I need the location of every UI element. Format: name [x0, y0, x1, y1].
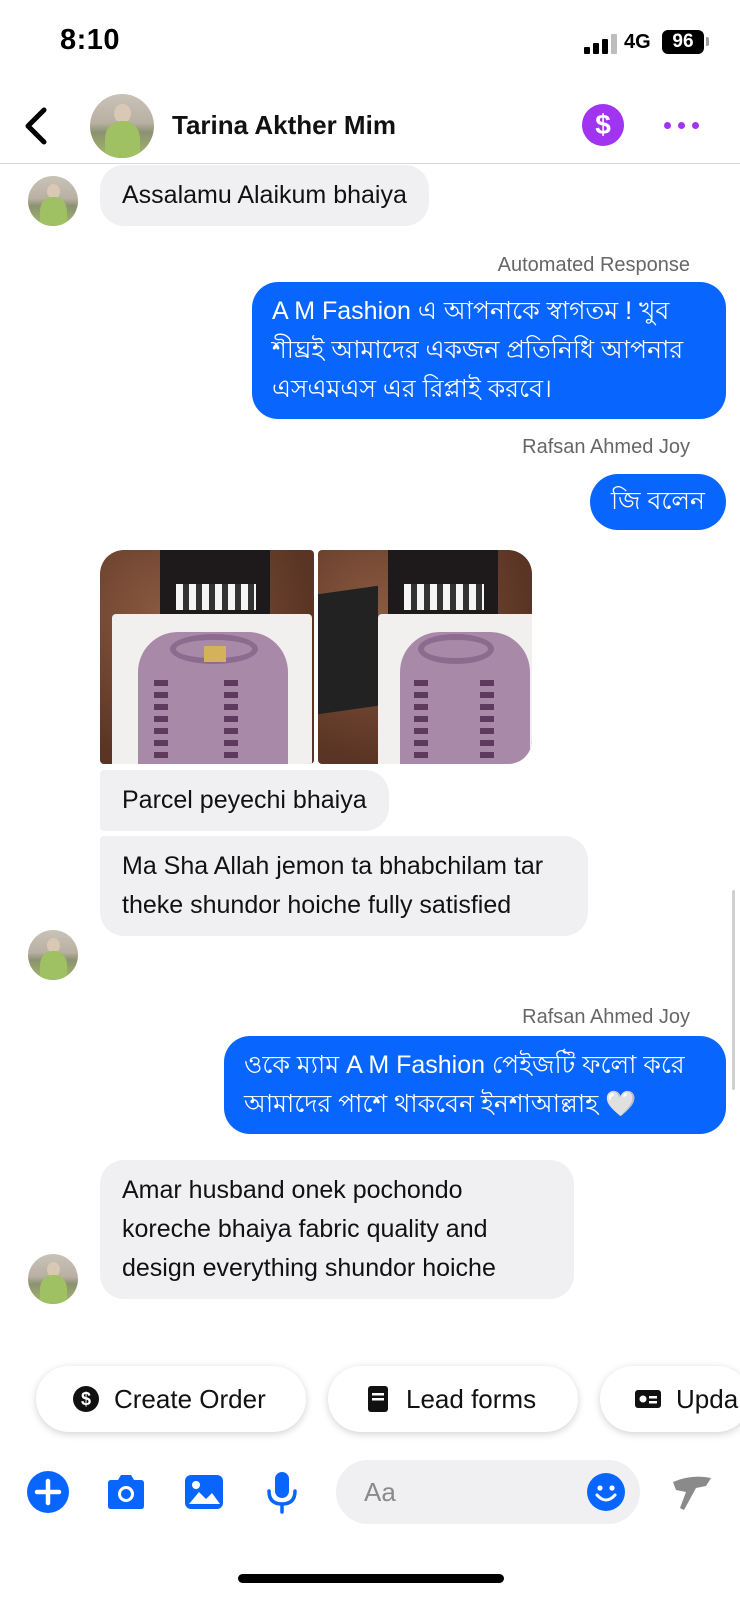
message-sender: Rafsan Ahmed Joy — [522, 1006, 690, 1028]
chevron-left-icon — [25, 107, 47, 145]
lead-forms-chip[interactable]: Lead forms — [328, 1366, 578, 1432]
outgoing-message[interactable]: জি বলেন — [590, 474, 726, 530]
contact-name[interactable]: Tarina Akther Mim — [172, 110, 396, 141]
scrollbar[interactable] — [732, 890, 735, 1090]
dot-icon — [678, 122, 685, 129]
status-bar: 8:10 4G 96 — [0, 0, 740, 88]
form-document-icon — [368, 1386, 388, 1412]
status-time: 8:10 — [60, 24, 121, 56]
voice-button[interactable] — [260, 1470, 304, 1514]
dot-icon — [692, 122, 699, 129]
more-options-button[interactable] — [660, 108, 704, 142]
add-button[interactable] — [26, 1470, 70, 1514]
image-icon — [185, 1475, 223, 1509]
plus-circle-icon — [27, 1471, 69, 1513]
message-sender: Rafsan Ahmed Joy — [522, 436, 690, 458]
thumbs-up-icon — [673, 1476, 711, 1510]
outgoing-message[interactable]: A M Fashion এ আপনাকে স্বাগতম ! খুব শীঘ্র… — [252, 282, 726, 419]
incoming-message[interactable]: Parcel peyechi bhaiya — [100, 770, 389, 831]
attached-photo[interactable] — [100, 550, 314, 764]
outgoing-message[interactable]: ওকে ম্যাম A M Fashion পেইজটি ফলো করে আমা… — [224, 1036, 726, 1134]
contact-avatar-small — [28, 1254, 78, 1304]
microphone-icon — [267, 1472, 297, 1514]
contact-avatar-small — [28, 930, 78, 980]
battery-tip — [706, 37, 709, 46]
conversation-header: Tarina Akther Mim $ — [0, 88, 740, 164]
id-card-icon — [635, 1390, 661, 1408]
incoming-message[interactable]: Ma Sha Allah jemon ta bhabchilam tar the… — [100, 836, 588, 936]
chip-label: Upda — [676, 1383, 739, 1414]
battery-icon: 96 — [662, 30, 704, 54]
signal-strength-icon — [584, 34, 618, 54]
dot-icon — [664, 122, 671, 129]
home-indicator[interactable] — [238, 1574, 504, 1583]
like-button[interactable] — [670, 1472, 714, 1512]
incoming-message[interactable]: Assalamu Alaikum bhaiya — [100, 165, 429, 226]
camera-icon — [108, 1475, 144, 1509]
contact-avatar-small — [28, 176, 78, 226]
payment-button[interactable]: $ — [582, 104, 624, 146]
gallery-button[interactable] — [182, 1470, 226, 1514]
svg-text:$: $ — [81, 1389, 91, 1409]
message-meta: Automated Response — [497, 254, 690, 276]
emoji-button[interactable] — [586, 1472, 626, 1512]
network-type: 4G — [624, 31, 651, 53]
smiley-icon — [587, 1473, 625, 1511]
camera-button[interactable] — [104, 1470, 148, 1514]
create-order-chip[interactable]: $ Create Order — [36, 1366, 306, 1432]
dollar-circle-icon: $ — [73, 1386, 99, 1412]
back-button[interactable] — [18, 104, 58, 148]
contact-avatar[interactable] — [90, 94, 154, 158]
attached-photo[interactable] — [318, 550, 532, 764]
chip-label: Lead forms — [406, 1383, 537, 1414]
incoming-message[interactable]: Amar husband onek pochondo koreche bhaiy… — [100, 1160, 574, 1299]
update-chip[interactable]: Upda — [600, 1366, 740, 1432]
chip-label: Create Order — [114, 1383, 266, 1414]
